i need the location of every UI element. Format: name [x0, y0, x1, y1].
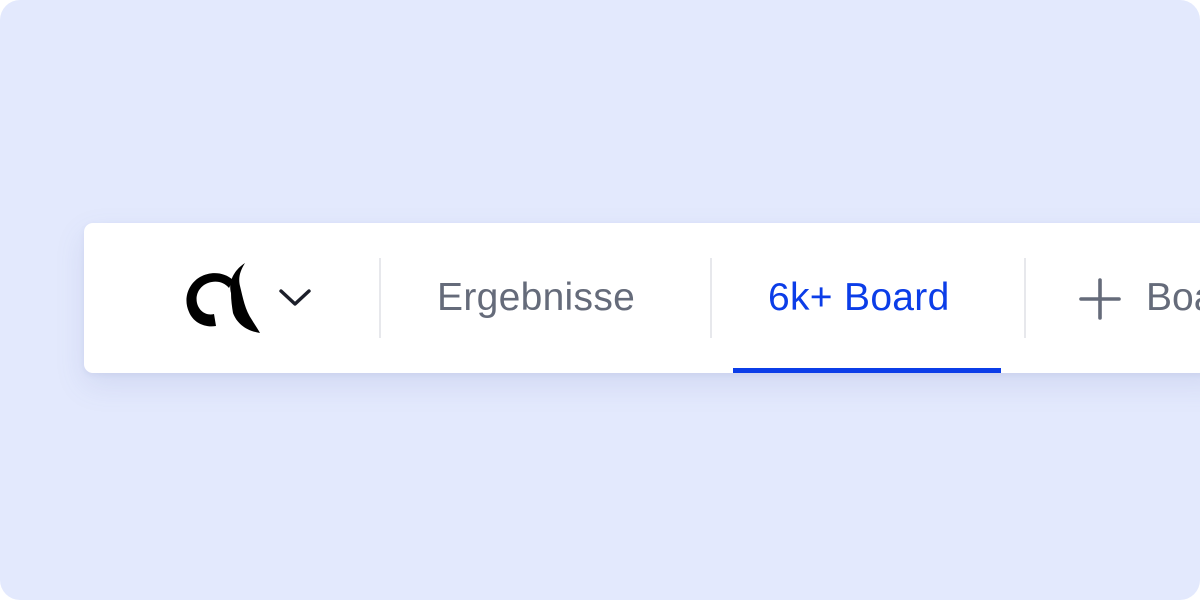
page-background: Ergebnisse 6k+ Board Board: [0, 0, 1200, 600]
tab-6k-board[interactable]: 6k+ Board: [768, 258, 950, 338]
tab-divider: [1024, 258, 1026, 338]
active-tab-indicator: [733, 368, 1001, 373]
tab-ergebnisse[interactable]: Ergebnisse: [437, 258, 635, 338]
plus-icon: [1079, 278, 1121, 320]
add-board-label: Board: [1146, 276, 1200, 319]
workspace-switcher[interactable]: [184, 263, 316, 333]
chevron-down-icon: [279, 289, 311, 306]
tab-divider: [379, 258, 381, 338]
tab-divider: [710, 258, 712, 338]
board-tab-bar: Ergebnisse 6k+ Board Board: [84, 223, 1200, 373]
logo-icon: [186, 263, 260, 333]
